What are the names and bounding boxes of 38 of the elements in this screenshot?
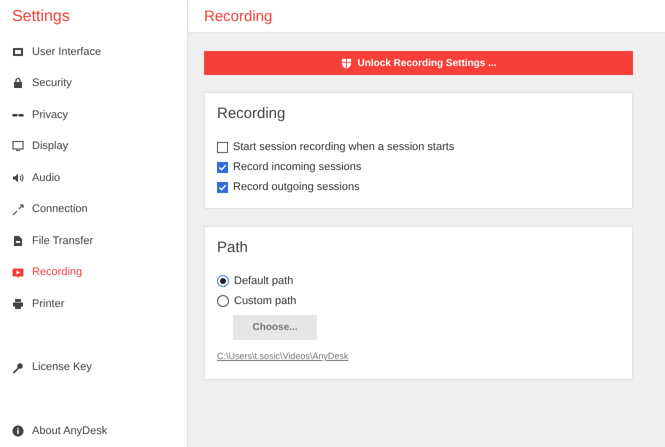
radio-button[interactable]: [217, 275, 229, 287]
radio-label: Custom path: [234, 294, 296, 309]
sidebar-item[interactable]: License Key: [12, 352, 187, 384]
sidebar-item[interactable]: File Transfer: [12, 225, 187, 257]
sidebar-item[interactable]: User Interface: [12, 36, 187, 68]
section-title: Path: [217, 238, 249, 258]
recording-icon: [12, 266, 24, 279]
sidebar-item[interactable]: Display: [12, 130, 187, 162]
sidebar-item[interactable]: Privacy: [12, 99, 187, 131]
checkbox-label: Start session recording when a session starts: [233, 140, 454, 156]
radio-label: Default path: [234, 274, 294, 289]
checkbox[interactable]: [217, 182, 228, 193]
connection-icon: [12, 204, 24, 216]
user-interface-icon: [12, 46, 24, 58]
radio-button[interactable]: [217, 295, 229, 307]
printer-icon: [12, 298, 24, 310]
checkbox-label: Record outgoing sessions: [233, 180, 360, 196]
unlock-button[interactable]: Unlock Recording Settings ...: [204, 51, 633, 75]
sidebar-item[interactable]: Connection: [12, 194, 187, 226]
info-icon: [12, 425, 24, 438]
sidebar-item[interactable]: About AnyDesk: [12, 415, 187, 447]
monitor-icon: [12, 140, 24, 152]
checkbox[interactable]: [217, 162, 228, 173]
checkbox-label: Record incoming sessions: [233, 160, 362, 176]
sidebar-item[interactable]: Recording: [12, 256, 187, 288]
page-title: Recording: [188, 0, 665, 33]
sidebar-item[interactable]: Audio: [12, 162, 187, 194]
shield-icon: [340, 58, 352, 68]
sidebar-item[interactable]: Printer: [12, 288, 187, 320]
file-icon: [12, 235, 24, 248]
sidebar-item[interactable]: Security: [12, 68, 187, 100]
path-link[interactable]: C:\Users\t.sosic\Videos\AnyDesk: [217, 350, 348, 364]
checkbox[interactable]: [217, 142, 228, 153]
lock-icon: [12, 77, 24, 90]
speaker-icon: [12, 172, 24, 184]
key-icon: [12, 362, 24, 374]
section-title: Recording: [217, 104, 286, 124]
sidebar-title: Settings: [12, 7, 71, 27]
